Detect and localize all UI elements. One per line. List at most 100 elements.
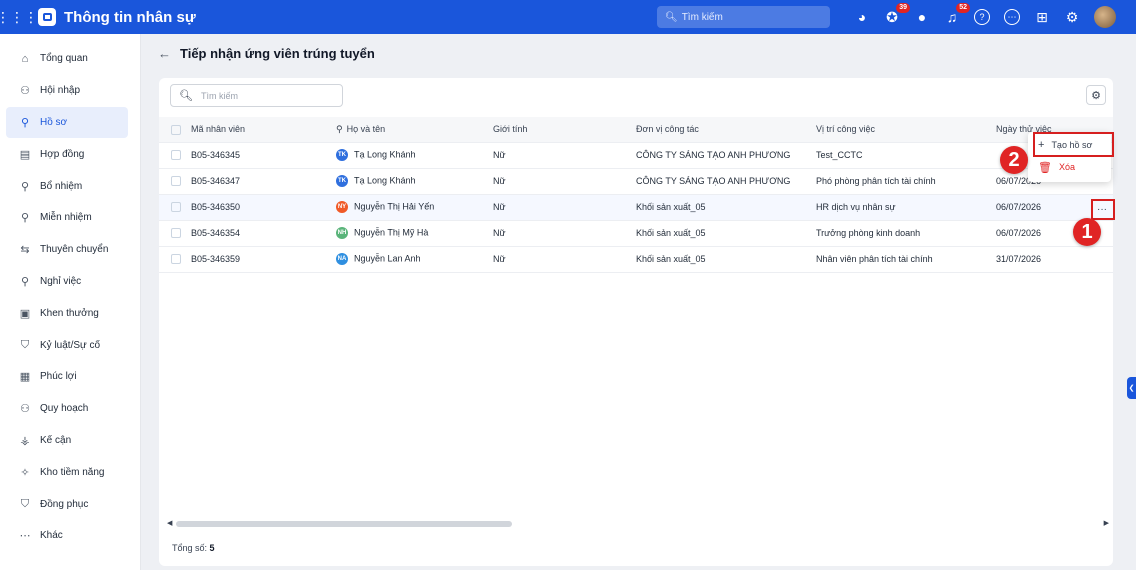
avatar: NY xyxy=(336,201,348,213)
settings-icon[interactable]: ⚙ xyxy=(1060,5,1084,29)
sidebar-item[interactable]: ▣ Khen thưởng xyxy=(0,297,140,329)
sidebar-item[interactable]: ⚲ Bổ nhiệm xyxy=(0,170,140,202)
column-header[interactable]: Đơn vị công tác xyxy=(636,117,816,143)
bell-icon[interactable]: ♫ 52 xyxy=(940,3,970,29)
highlight-more-button xyxy=(1091,199,1115,220)
org-chart-icon: ⚶ xyxy=(20,434,30,447)
sidebar-item[interactable]: ▤ Hợp đồng xyxy=(0,138,140,170)
probation-date: 31/07/2026 xyxy=(996,246,1113,273)
sidebar-item[interactable]: ⋯ Khác xyxy=(0,520,140,552)
sidebar-item[interactable]: ⚲ Nghỉ việc xyxy=(0,266,140,298)
sidebar-item-label: Hợp đồng xyxy=(40,148,85,160)
sidebar-item[interactable]: ⛉ Đồng phục xyxy=(0,488,140,520)
user-minus-icon: ⚲ xyxy=(20,212,30,225)
select-all-checkbox[interactable] xyxy=(159,117,191,143)
home-icon: ⌂ xyxy=(21,52,29,65)
scroll-right-icon[interactable]: ▶ xyxy=(1104,519,1109,527)
table-row[interactable]: B05-346347 TK Tạ Long Khánh Nữ CÔNG TY SÁNG … xyxy=(159,168,1113,195)
talent-icon: ✧ xyxy=(20,466,30,479)
app-grid-icon[interactable]: ⋮⋮⋮ xyxy=(0,0,38,34)
gender: Nữ xyxy=(493,194,636,221)
sidebar-item[interactable]: ✧ Kho tiềm năng xyxy=(0,456,140,488)
gender: Nữ xyxy=(493,142,636,169)
row-checkbox[interactable] xyxy=(159,194,191,221)
employee-name-cell[interactable]: TK Tạ Long Khánh xyxy=(336,168,493,195)
sidebar-item-label: Kho tiềm năng xyxy=(40,466,105,478)
horizontal-scrollbar[interactable]: ◀ ▶ xyxy=(167,519,1109,529)
app-title: Thông tin nhân sự xyxy=(64,8,196,26)
user-icon: ⚲ xyxy=(20,116,30,129)
row-checkbox[interactable] xyxy=(159,168,191,195)
column-header[interactable]: Mã nhân viên xyxy=(191,117,336,143)
calendar-gift-icon[interactable]: ⊞ xyxy=(1030,5,1054,29)
table-row[interactable]: B05-346354 NH Nguyễn Thị Mỹ Hà Nữ Khối sản x… xyxy=(159,220,1113,247)
collapse-panel-icon[interactable]: ❮ xyxy=(1127,377,1136,399)
announcement-icon[interactable]: ✪ 39 xyxy=(880,3,910,29)
sidebar-item-label: Thuyên chuyển xyxy=(40,244,109,256)
work-unit: Khối sản xuất_05 xyxy=(636,194,816,221)
list-search-input[interactable]: 🔍︎ Tìm kiếm xyxy=(170,84,343,107)
delete-menu-item[interactable]: 🗑︎ Xóa xyxy=(1028,156,1111,178)
step-marker-1: 1 xyxy=(1073,218,1101,246)
sidebar-item[interactable]: ⚇ Quy hoạch xyxy=(0,393,140,425)
more-circle-icon[interactable]: ⋯ xyxy=(1000,5,1024,29)
chat-icon[interactable]: ● xyxy=(910,5,934,29)
shield-icon: ⛉ xyxy=(20,338,30,351)
table-row[interactable]: B05-346345 TK Tạ Long Khánh Nữ CÔNG TY SÁNG … xyxy=(159,142,1113,169)
page-header: ← Tiếp nhận ứng viên trúng tuyển xyxy=(158,46,375,61)
gender: Nữ xyxy=(493,168,636,195)
sidebar-item-label: Hồ sơ xyxy=(40,116,68,128)
sidebar-item[interactable]: ⛉ Kỷ luật/Sự cố xyxy=(0,329,140,361)
avatar: NH xyxy=(336,227,348,239)
gender: Nữ xyxy=(493,246,636,273)
sidebar-item[interactable]: ⇆ Thuyên chuyển xyxy=(0,234,140,266)
back-arrow-icon[interactable]: ← xyxy=(158,46,171,61)
column-settings-button[interactable]: ⚙ xyxy=(1086,85,1106,105)
help-icon[interactable]: ? xyxy=(970,5,994,29)
sidebar-item-label: Tổng quan xyxy=(40,53,88,65)
user-leave-icon: ⚲ xyxy=(20,275,30,288)
column-header[interactable]: Vị trí công việc xyxy=(816,117,996,143)
scroll-thumb[interactable] xyxy=(176,521,512,527)
employee-name: Tạ Long Khánh xyxy=(354,175,416,186)
row-checkbox[interactable] xyxy=(159,246,191,273)
employee-code: B05-346347 xyxy=(191,168,336,195)
sidebar-item-label: Quy hoạch xyxy=(40,403,89,415)
employee-name-cell[interactable]: NY Nguyễn Thị Hải Yến xyxy=(336,194,493,221)
table-header-row: Mã nhân viên ⚲ Họ và tên Giới tính Đơn vị… xyxy=(159,117,1113,143)
user-avatar[interactable] xyxy=(1094,6,1116,28)
employee-name-cell[interactable]: NA Nguyễn Lan Anh xyxy=(336,246,493,273)
assistant-icon[interactable]: ◕ xyxy=(850,5,874,29)
scroll-left-icon[interactable]: ◀ xyxy=(167,519,172,527)
sidebar-item-label: Miễn nhiệm xyxy=(40,212,92,224)
table-row[interactable]: B05-346359 NA Nguyễn Lan Anh Nữ Khối sản xuấ… xyxy=(159,246,1113,273)
search-icon: 🔍︎ xyxy=(665,11,678,23)
sidebar-item[interactable]: ⚲ Hồ sơ xyxy=(6,106,128,139)
job-position: HR dịch vụ nhân sự xyxy=(816,194,996,221)
employee-code: B05-346345 xyxy=(191,142,336,169)
row-checkbox[interactable] xyxy=(159,142,191,169)
plan-icon: ⚇ xyxy=(20,403,30,416)
employee-name-cell[interactable]: TK Tạ Long Khánh xyxy=(336,142,493,169)
column-header[interactable]: Giới tính xyxy=(493,117,636,143)
sidebar-item[interactable]: ⚲ Miễn nhiệm xyxy=(0,202,140,234)
avatar: TK xyxy=(336,149,348,161)
sidebar-item[interactable]: ⚶ Kế cận xyxy=(0,425,140,457)
column-header-name[interactable]: ⚲ Họ và tên xyxy=(336,117,493,143)
sidebar-item[interactable]: ⌂ Tổng quan xyxy=(0,43,140,75)
employee-name: Nguyễn Thị Mỹ Hà xyxy=(354,227,429,238)
transfer-icon: ⇆ xyxy=(20,244,30,257)
row-checkbox[interactable] xyxy=(159,220,191,247)
sidebar-item-label: Nghỉ việc xyxy=(40,275,82,287)
sidebar-item-label: Khen thưởng xyxy=(40,307,99,319)
table-row[interactable]: B05-346350 NY Nguyễn Thị Hải Yến Nữ Khối sản… xyxy=(159,194,1113,221)
global-search-input[interactable]: 🔍︎ Tìm kiếm xyxy=(657,6,830,28)
employee-name-cell[interactable]: NH Nguyễn Thị Mỹ Hà xyxy=(336,220,493,247)
work-unit: Khối sản xuất_05 xyxy=(636,246,816,273)
sidebar-item[interactable]: ⚇ Hội nhập xyxy=(0,75,140,107)
job-position: Test_CCTC xyxy=(816,142,996,169)
sidebar-item[interactable]: ▦ Phúc lợi xyxy=(0,361,140,393)
reward-icon: ▣ xyxy=(19,307,31,320)
shirt-icon: ⛉ xyxy=(20,497,30,510)
app-logo-icon xyxy=(38,8,56,26)
